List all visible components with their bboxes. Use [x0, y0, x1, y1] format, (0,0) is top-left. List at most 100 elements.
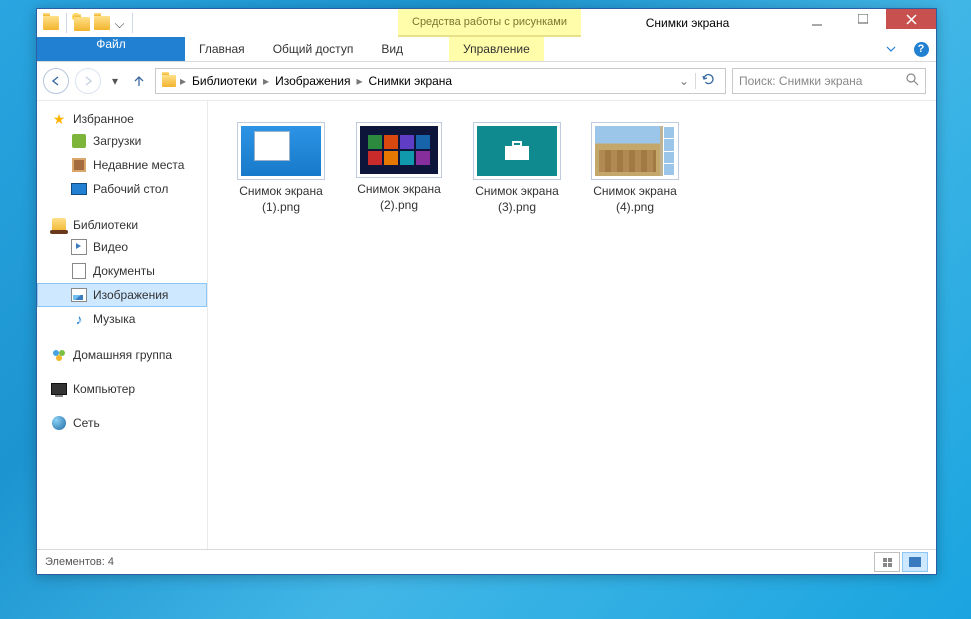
- address-bar[interactable]: ▸ Библиотеки ▸ Изображения ▸ Снимки экра…: [155, 68, 726, 94]
- navigation-bar: ▾ ▸ Библиотеки ▸ Изображения ▸ Снимки эк…: [37, 62, 936, 101]
- back-button[interactable]: [43, 68, 69, 94]
- search-box[interactable]: Поиск: Снимки экрана: [732, 68, 926, 94]
- folder-icon: [43, 16, 59, 30]
- qat-dropdown[interactable]: [115, 18, 124, 27]
- arrow-up-icon: [132, 74, 146, 88]
- computer-label: Компьютер: [73, 382, 135, 396]
- ribbon: Файл Главная Общий доступ Вид Управление…: [37, 37, 936, 62]
- crumb-libraries[interactable]: Библиотеки: [188, 74, 261, 88]
- tab-share[interactable]: Общий доступ: [259, 37, 368, 61]
- arrow-right-icon: [82, 75, 94, 87]
- separator: [132, 13, 133, 33]
- file-item[interactable]: Снимок экрана (2).png: [340, 121, 458, 216]
- up-button[interactable]: [129, 71, 149, 91]
- details-icon: [883, 558, 892, 567]
- separator: [66, 13, 67, 33]
- large-icons-icon: [909, 557, 921, 567]
- file-name: Снимок экрана (3).png: [459, 184, 575, 215]
- document-icon: [71, 263, 87, 279]
- close-button[interactable]: [886, 9, 936, 29]
- desktop-label: Рабочий стол: [93, 182, 168, 196]
- minimize-button[interactable]: [794, 9, 840, 35]
- tab-manage[interactable]: Управление: [449, 37, 544, 61]
- thumbnail: [237, 122, 325, 180]
- group-homegroup: Домашняя группа: [37, 345, 207, 365]
- downloads-label: Загрузки: [93, 134, 141, 148]
- tab-view[interactable]: Вид: [367, 37, 417, 61]
- title-bar: Средства работы с рисунками Снимки экран…: [37, 9, 936, 37]
- file-name: Снимок экрана (4).png: [577, 184, 693, 215]
- breadcrumb-sep: ▸: [261, 74, 271, 88]
- file-item[interactable]: Снимок экрана (3).png: [458, 121, 576, 216]
- content-area: ★ Избранное Загрузки Недавние места Рабо…: [37, 101, 936, 549]
- breadcrumb-sep: ▸: [178, 74, 188, 88]
- maximize-button[interactable]: [840, 9, 886, 29]
- video-icon: [71, 239, 87, 255]
- libraries-header[interactable]: Библиотеки: [37, 215, 207, 235]
- location-icon: [160, 75, 178, 87]
- close-icon: [906, 14, 917, 25]
- sidebar-item-downloads[interactable]: Загрузки: [37, 129, 207, 153]
- group-computer: Компьютер: [37, 379, 207, 399]
- recent-places-icon: [71, 157, 87, 173]
- crumb-pictures[interactable]: Изображения: [271, 74, 354, 88]
- recent-label: Недавние места: [93, 158, 184, 172]
- tab-home[interactable]: Главная: [185, 37, 259, 61]
- history-dropdown[interactable]: ▾: [107, 74, 123, 88]
- address-dropdown[interactable]: ⌄: [673, 74, 695, 88]
- homegroup-header[interactable]: Домашняя группа: [37, 345, 207, 365]
- folder-icon: [74, 17, 90, 31]
- group-network: Сеть: [37, 413, 207, 433]
- sidebar-item-documents[interactable]: Документы: [37, 259, 207, 283]
- arrow-left-icon: [50, 75, 62, 87]
- desktop-icon: [71, 181, 87, 197]
- file-item[interactable]: Снимок экрана (4).png: [576, 121, 694, 216]
- libraries-label: Библиотеки: [73, 218, 138, 232]
- sidebar-item-music[interactable]: ♪ Музыка: [37, 307, 207, 331]
- download-icon: [71, 133, 87, 149]
- search-icon: [906, 73, 919, 89]
- view-large-icons-button[interactable]: [902, 552, 928, 572]
- quick-access-toolbar: [37, 9, 142, 37]
- navigation-pane: ★ Избранное Загрузки Недавние места Рабо…: [37, 101, 208, 549]
- maximize-icon: [858, 14, 868, 24]
- file-list[interactable]: Снимок экрана (1).png Снимок экрана (2).…: [208, 101, 936, 549]
- tab-file[interactable]: Файл: [37, 37, 185, 61]
- library-icon: [51, 217, 67, 233]
- favorites-label: Избранное: [73, 112, 134, 126]
- search-placeholder: Поиск: Снимки экрана: [739, 74, 862, 88]
- properties-button[interactable]: [94, 16, 110, 30]
- sidebar-item-pictures[interactable]: Изображения: [37, 283, 207, 307]
- sidebar-item-recent[interactable]: Недавние места: [37, 153, 207, 177]
- sidebar-item-desktop[interactable]: Рабочий стол: [37, 177, 207, 201]
- computer-header[interactable]: Компьютер: [37, 379, 207, 399]
- image-icon: [71, 287, 87, 303]
- thumbnail: [473, 122, 561, 180]
- window-controls: [794, 9, 936, 37]
- music-label: Музыка: [93, 312, 135, 326]
- homegroup-label: Домашняя группа: [73, 348, 172, 362]
- help-icon: ?: [914, 42, 929, 57]
- forward-button[interactable]: [75, 68, 101, 94]
- chevron-down-icon: [886, 44, 896, 54]
- favorites-header[interactable]: ★ Избранное: [37, 109, 207, 129]
- homegroup-icon: [51, 347, 67, 363]
- breadcrumb-sep: ▸: [355, 74, 365, 88]
- crumb-screenshots[interactable]: Снимки экрана: [365, 74, 457, 88]
- file-item[interactable]: Снимок экрана (1).png: [222, 121, 340, 216]
- ribbon-expand-button[interactable]: [876, 37, 906, 61]
- file-name: Снимок экрана (1).png: [223, 184, 339, 215]
- sidebar-item-video[interactable]: Видео: [37, 235, 207, 259]
- help-button[interactable]: ?: [906, 37, 936, 61]
- view-details-button[interactable]: [874, 552, 900, 572]
- computer-icon: [51, 381, 67, 397]
- thumbnail: [356, 122, 442, 178]
- refresh-button[interactable]: [695, 73, 721, 89]
- pictures-label: Изображения: [93, 288, 168, 302]
- refresh-icon: [702, 73, 715, 86]
- star-icon: ★: [51, 111, 67, 127]
- new-folder-button[interactable]: [74, 15, 90, 31]
- network-header[interactable]: Сеть: [37, 413, 207, 433]
- contextual-tab-label: Средства работы с рисунками: [412, 16, 567, 28]
- ribbon-spacer: [544, 37, 876, 61]
